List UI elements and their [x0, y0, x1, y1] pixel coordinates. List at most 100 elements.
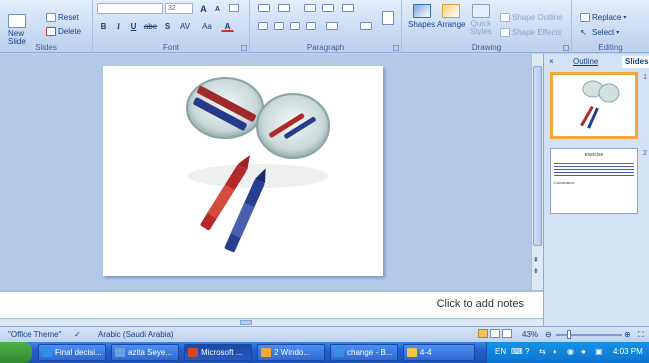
line-spacing-button[interactable]	[340, 3, 356, 14]
delete-button[interactable]: Delete	[46, 27, 81, 36]
bullets-button[interactable]	[256, 3, 272, 14]
italic-button[interactable]: I	[112, 21, 125, 32]
text-shadow-button[interactable]: S	[161, 21, 174, 32]
slide-number-1: 1	[643, 74, 647, 81]
underline-button[interactable]: U	[127, 21, 140, 32]
numbering-button[interactable]	[276, 3, 292, 14]
arrange-button[interactable]: Arrange	[437, 4, 465, 29]
justify-button[interactable]	[304, 21, 318, 32]
shape-effects-button[interactable]: Shape Effects	[500, 28, 562, 37]
fit-to-window-icon[interactable]: ⛶	[638, 330, 644, 340]
slide-thumbnail-1[interactable]	[550, 72, 638, 139]
chevron-down-icon: ▾	[616, 30, 620, 36]
replace-button[interactable]: Replace ▾	[580, 13, 626, 22]
spelling-check-icon[interactable]: ✓	[74, 330, 81, 339]
theme-name[interactable]: "Office Theme"	[8, 330, 61, 339]
slide-show-view-icon[interactable]	[502, 329, 513, 338]
language-indicator[interactable]: EN	[495, 347, 506, 356]
keyboard-icon[interactable]: ⌨	[511, 347, 523, 356]
align-left-button[interactable]	[256, 21, 270, 32]
font-size-field[interactable]: 32	[165, 3, 193, 14]
paragraph-group: Paragraph	[250, 0, 402, 53]
next-slide-icon[interactable]: ⇟	[533, 267, 539, 275]
strikethrough-button[interactable]: abe	[142, 21, 159, 32]
system-tray: EN ⌨ ? ⇆ ◐ ◉ ● ▣ 4:03 PM	[486, 342, 649, 363]
reset-label: Reset	[58, 13, 79, 22]
network-icon[interactable]: ⇆	[539, 347, 546, 356]
shape-outline-icon	[500, 13, 510, 22]
drawing-dialog-launcher[interactable]	[563, 45, 569, 51]
increase-indent-button[interactable]	[320, 3, 336, 14]
notes-pane[interactable]: Click to add notes	[0, 290, 543, 318]
grow-font-button[interactable]: A	[197, 3, 210, 14]
font-dialog-launcher[interactable]	[241, 45, 247, 51]
font-name-field[interactable]	[97, 3, 163, 14]
zoom-slider-thumb[interactable]	[567, 330, 571, 339]
quick-styles-button[interactable]: Quick Styles	[470, 4, 492, 36]
display-icon[interactable]: ▣	[595, 347, 603, 356]
clock[interactable]: 4:03 PM	[613, 347, 643, 356]
select-label: Select	[592, 28, 615, 37]
font-group-label: Font	[162, 43, 179, 52]
reset-button[interactable]: Reset	[46, 13, 79, 22]
shape-outline-button[interactable]: Shape Outline	[500, 13, 563, 22]
volume-icon[interactable]: ◐	[553, 347, 558, 356]
previous-slide-icon[interactable]: ⇞	[533, 256, 539, 264]
paragraph-dialog-launcher[interactable]	[393, 45, 399, 51]
normal-view-icon[interactable]	[478, 329, 488, 338]
new-slide-button[interactable]: New Slide	[8, 14, 26, 46]
bold-button[interactable]: B	[97, 21, 110, 32]
text-direction-button[interactable]	[324, 21, 340, 32]
slide-thumbnail-1-image	[580, 80, 620, 129]
zoom-out-icon[interactable]: ⊖	[545, 330, 552, 339]
shape-effects-label: Shape Effects	[512, 28, 562, 37]
messenger-tray-icon[interactable]: ●	[581, 347, 586, 356]
align-center-button[interactable]	[272, 21, 286, 32]
taskbar-item-2[interactable]: Microsoft ...	[184, 344, 252, 361]
zoom-slider[interactable]	[556, 334, 622, 336]
horizontal-scrollbar[interactable]	[0, 318, 543, 326]
start-button[interactable]	[0, 342, 32, 363]
clear-format-button[interactable]	[227, 3, 240, 14]
columns-button[interactable]	[358, 21, 374, 32]
tab-slides[interactable]: Slides	[622, 56, 649, 68]
decrease-indent-button[interactable]	[302, 3, 318, 14]
justify-icon	[306, 22, 316, 30]
taskbar-item-3[interactable]: 2 Windo...	[257, 344, 325, 361]
arrange-label: Arrange	[437, 20, 466, 29]
vertical-scrollbar[interactable]: ⇞ ⇟	[531, 54, 543, 290]
slides-group: New Slide Reset Delete Slides	[0, 0, 93, 53]
security-icon[interactable]: ◉	[567, 347, 574, 356]
reset-icon	[46, 13, 56, 22]
tab-outline[interactable]: Outline	[570, 56, 601, 68]
select-button[interactable]: ↖ Select ▾	[580, 28, 619, 37]
notes-placeholder[interactable]: Click to add notes	[437, 298, 524, 310]
zoom-level[interactable]: 43%	[522, 330, 538, 339]
language-status[interactable]: Arabic (Saudi Arabia)	[98, 330, 174, 339]
slide-thumbnail-2-bullet: Conclusion	[554, 180, 574, 185]
help-icon[interactable]: ?	[525, 347, 529, 356]
horizontal-scroll-grip[interactable]	[240, 320, 252, 325]
taskbar-item-4[interactable]: change - B...	[330, 344, 398, 361]
shrink-font-button[interactable]: A	[211, 4, 224, 15]
delete-label: Delete	[58, 27, 82, 36]
zoom-in-icon[interactable]: ⊕	[624, 330, 631, 339]
slide-thumbnail-2[interactable]: exercise Conclusion	[550, 148, 638, 214]
align-right-button[interactable]	[288, 21, 302, 32]
vertical-scroll-thumb[interactable]	[533, 66, 542, 246]
close-pane-icon[interactable]: ×	[546, 56, 557, 68]
taskbar-item-label: azita Seye...	[128, 348, 173, 357]
crayons-magnifier-image[interactable]	[103, 66, 383, 276]
view-buttons[interactable]	[478, 329, 513, 340]
slide-editing-area	[0, 54, 543, 290]
character-spacing-button[interactable]: AV	[177, 21, 193, 32]
current-slide[interactable]	[103, 66, 383, 276]
shapes-button[interactable]: Shapes	[408, 4, 435, 29]
taskbar-item-5[interactable]: 4-4	[403, 344, 475, 361]
smartart-button[interactable]	[380, 10, 396, 30]
taskbar-item-0[interactable]: Final decisi...	[38, 344, 106, 361]
font-color-button[interactable]: A	[221, 21, 234, 32]
change-case-button[interactable]: Aa	[199, 21, 215, 32]
taskbar-item-1[interactable]: azita Seye...	[111, 344, 179, 361]
slide-sorter-view-icon[interactable]	[490, 329, 501, 338]
